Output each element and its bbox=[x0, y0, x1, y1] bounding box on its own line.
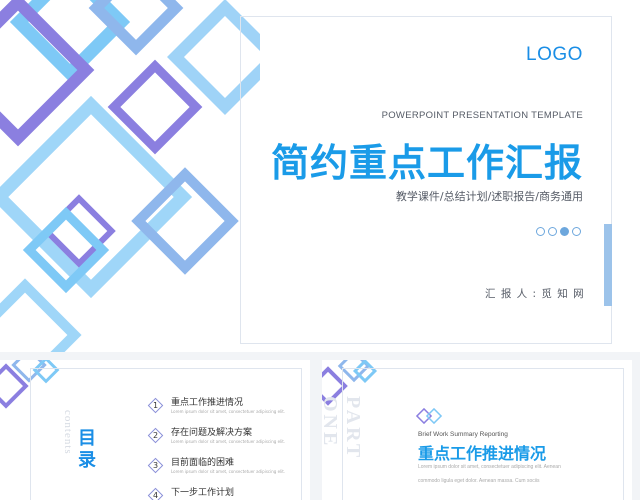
diamond-number-icon: 4 bbox=[148, 488, 163, 500]
geometric-squares-decoration bbox=[0, 0, 260, 352]
diamond-pair-icon bbox=[416, 408, 443, 424]
part-description-line: Lorem ipsum dolor sit amet, consectetuer… bbox=[418, 464, 561, 470]
contents-vertical-text: contents bbox=[62, 410, 74, 455]
toc-item-label: 下一步工作计划 bbox=[171, 488, 235, 498]
toc-item[interactable]: 3 目前面临的困难 Lorem ipsum dolor sit amet, co… bbox=[148, 458, 285, 475]
slide-thumbnail-contents[interactable]: contents 目录 1 重点工作推进情况 Lorem ipsum dolor… bbox=[0, 360, 310, 500]
pager-dot[interactable] bbox=[536, 227, 545, 236]
page-title: 简约重点工作汇报 bbox=[270, 141, 583, 185]
slide-pager[interactable] bbox=[536, 227, 581, 236]
toc-title: 目录 bbox=[78, 428, 96, 471]
diamond-number-icon: 1 bbox=[148, 398, 163, 413]
toc-item[interactable]: 2 存在问题及解决方案 Lorem ipsum dolor sit amet, … bbox=[148, 428, 285, 445]
toc-item-desc: Lorem ipsum dolor sit amet, consectetuer… bbox=[171, 439, 286, 444]
logo: LOGO bbox=[526, 44, 583, 65]
main-slide: LOGO POWERPOINT PRESENTATION TEMPLATE 简约… bbox=[0, 0, 640, 352]
toc-item[interactable]: 1 重点工作推进情况 Lorem ipsum dolor sit amet, c… bbox=[148, 398, 285, 415]
reporter-text: 汇 报 人 : 觅 知 网 bbox=[485, 288, 585, 300]
accent-bar bbox=[604, 224, 612, 306]
pager-dot-active[interactable] bbox=[560, 227, 569, 236]
part-title: 重点工作推进情况 bbox=[418, 444, 547, 463]
toc-item-label: 目前面临的困难 bbox=[171, 458, 235, 468]
toc-item[interactable]: 4 下一步工作计划 bbox=[148, 488, 234, 500]
diamond-number-icon: 2 bbox=[148, 428, 163, 443]
diamond-number-icon: 3 bbox=[148, 458, 163, 473]
part-description-line: commodo ligula eget dolor. Aenean massa.… bbox=[418, 478, 540, 484]
part-kicker: Brief Work Summary Reporting bbox=[418, 431, 508, 438]
toc-item-label: 存在问题及解决方案 bbox=[171, 428, 253, 438]
toc-item-desc: Lorem ipsum dolor sit amet, consectetuer… bbox=[171, 469, 286, 474]
part-vertical-text: PART ONE bbox=[322, 396, 364, 460]
tagline: 教学课件/总结计划/述职报告/商务通用 bbox=[395, 190, 583, 203]
pager-dot[interactable] bbox=[572, 227, 581, 236]
subtitle-english: POWERPOINT PRESENTATION TEMPLATE bbox=[381, 110, 583, 121]
pager-dot[interactable] bbox=[548, 227, 557, 236]
toc-item-desc: Lorem ipsum dolor sit amet, consectetuer… bbox=[171, 409, 286, 414]
slide-thumbnail-part-one[interactable]: PART ONE Brief Work Summary Reporting 重点… bbox=[322, 360, 632, 500]
toc-item-label: 重点工作推进情况 bbox=[171, 398, 244, 408]
